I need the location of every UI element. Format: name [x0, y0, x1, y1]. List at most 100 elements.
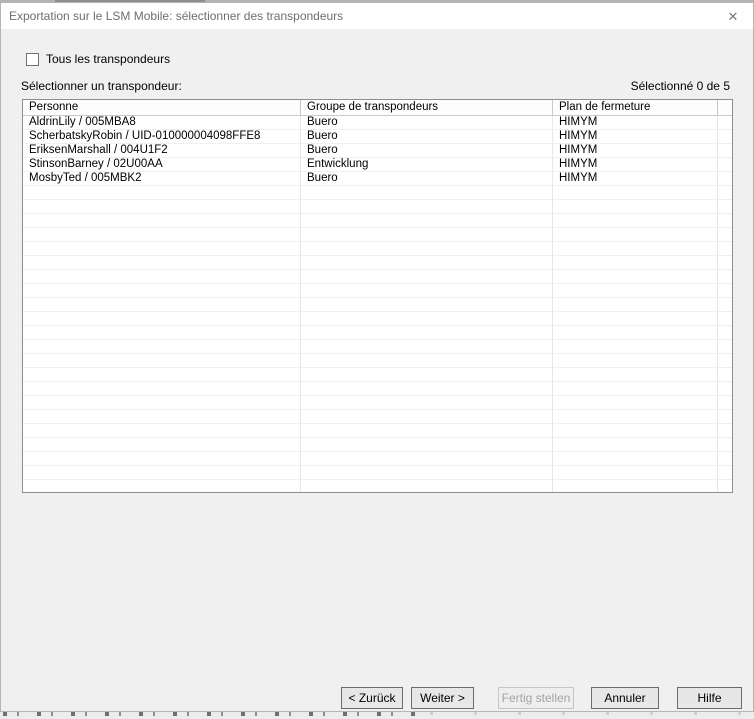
- table-cell: Buero: [301, 116, 553, 130]
- table-cell: [553, 410, 718, 424]
- background-window-artifact: [3, 712, 418, 716]
- table-cell: [301, 354, 553, 368]
- background-window-artifact: [430, 712, 750, 715]
- table-cell: [301, 186, 553, 200]
- column-header[interactable]: Plan de fermeture: [553, 100, 718, 116]
- table-cell: [718, 424, 732, 438]
- table-cell: [553, 298, 718, 312]
- table-cell: [718, 354, 732, 368]
- back-button[interactable]: < Zurück: [341, 687, 403, 709]
- dialog-window: Exportation sur le LSM Mobile: sélection…: [0, 2, 754, 712]
- table-row-empty: [23, 354, 732, 368]
- table-cell: [301, 382, 553, 396]
- table-cell: ScherbatskyRobin / UID-010000004098FFE8: [23, 130, 301, 144]
- all-transponders-checkbox[interactable]: [26, 53, 39, 66]
- table-cell: [23, 382, 301, 396]
- table-cell: [23, 270, 301, 284]
- table-cell: [553, 382, 718, 396]
- table-row-empty: [23, 424, 732, 438]
- column-header[interactable]: Groupe de transpondeurs: [301, 100, 553, 116]
- table-cell: [718, 340, 732, 354]
- table-row-empty: [23, 312, 732, 326]
- next-button[interactable]: Weiter >: [411, 687, 474, 709]
- table-cell: [301, 340, 553, 354]
- table-cell: [23, 298, 301, 312]
- table-cell: [718, 410, 732, 424]
- table-cell: [718, 214, 732, 228]
- table-cell: [718, 200, 732, 214]
- table-cell: [23, 438, 301, 452]
- table-cell: [301, 396, 553, 410]
- table-cell: [553, 312, 718, 326]
- table-cell: [553, 424, 718, 438]
- table-cell: [23, 424, 301, 438]
- table-cell: [23, 354, 301, 368]
- table-cell: [301, 452, 553, 466]
- table-row-empty: [23, 256, 732, 270]
- table-cell: [301, 424, 553, 438]
- table-cell: [718, 242, 732, 256]
- table-cell: [718, 116, 732, 130]
- table-cell: [23, 326, 301, 340]
- table-cell: [553, 368, 718, 382]
- table-cell: HIMYM: [553, 116, 718, 130]
- table-cell: [718, 158, 732, 172]
- table-cell: [301, 326, 553, 340]
- close-button[interactable]: ✕: [717, 3, 749, 29]
- table-row-empty: [23, 382, 732, 396]
- table-cell: [23, 410, 301, 424]
- table-header-row: PersonneGroupe de transpondeursPlan de f…: [23, 100, 732, 116]
- finish-button: Fertig stellen: [498, 687, 574, 709]
- table-row[interactable]: MosbyTed / 005MBK2BueroHIMYM: [23, 172, 732, 186]
- table-cell: StinsonBarney / 02U00AA: [23, 158, 301, 172]
- cancel-button[interactable]: Annuler: [591, 687, 659, 709]
- table-cell: [553, 452, 718, 466]
- table-cell: HIMYM: [553, 172, 718, 186]
- table-row-empty: [23, 396, 732, 410]
- table-cell: [718, 256, 732, 270]
- table-cell: [553, 284, 718, 298]
- table-cell: [23, 228, 301, 242]
- table-cell: [301, 368, 553, 382]
- table-cell: [553, 228, 718, 242]
- table-cell: HIMYM: [553, 144, 718, 158]
- table-cell: [301, 466, 553, 480]
- table-row-empty: [23, 438, 732, 452]
- table-cell: [301, 284, 553, 298]
- table-cell: [553, 396, 718, 410]
- close-icon: ✕: [728, 10, 739, 23]
- table-row[interactable]: ScherbatskyRobin / UID-010000004098FFE8B…: [23, 130, 732, 144]
- table-cell: [553, 256, 718, 270]
- table-cell: Buero: [301, 172, 553, 186]
- table-cell: [553, 186, 718, 200]
- table-cell: [718, 466, 732, 480]
- table-cell: [718, 130, 732, 144]
- table-cell: HIMYM: [553, 158, 718, 172]
- table-row-empty: [23, 242, 732, 256]
- background-window-bottom-edge: [0, 712, 754, 719]
- table-body: AldrinLily / 005MBA8BueroHIMYMScherbatsk…: [23, 116, 732, 493]
- table-row[interactable]: EriksenMarshall / 004U1F2BueroHIMYM: [23, 144, 732, 158]
- table-cell: [718, 284, 732, 298]
- table-cell: [718, 144, 732, 158]
- table-row[interactable]: StinsonBarney / 02U00AAEntwicklungHIMYM: [23, 158, 732, 172]
- table-row[interactable]: AldrinLily / 005MBA8BueroHIMYM: [23, 116, 732, 130]
- table-cell: [301, 214, 553, 228]
- column-header[interactable]: Personne: [23, 100, 301, 116]
- table-cell: [553, 340, 718, 354]
- table-cell: [301, 312, 553, 326]
- table-cell: [553, 270, 718, 284]
- table-cell: [718, 228, 732, 242]
- transponder-table: PersonneGroupe de transpondeursPlan de f…: [22, 99, 733, 493]
- table-row-empty: [23, 326, 732, 340]
- table-cell: [301, 242, 553, 256]
- all-transponders-row: Tous les transpondeurs: [26, 51, 170, 67]
- table-cell: [301, 270, 553, 284]
- table-cell: [301, 298, 553, 312]
- help-button[interactable]: Hilfe: [677, 687, 742, 709]
- table-cell: [718, 312, 732, 326]
- table-cell: [553, 242, 718, 256]
- table-cell: [718, 480, 732, 493]
- table-cell: [301, 480, 553, 493]
- table-cell: [23, 284, 301, 298]
